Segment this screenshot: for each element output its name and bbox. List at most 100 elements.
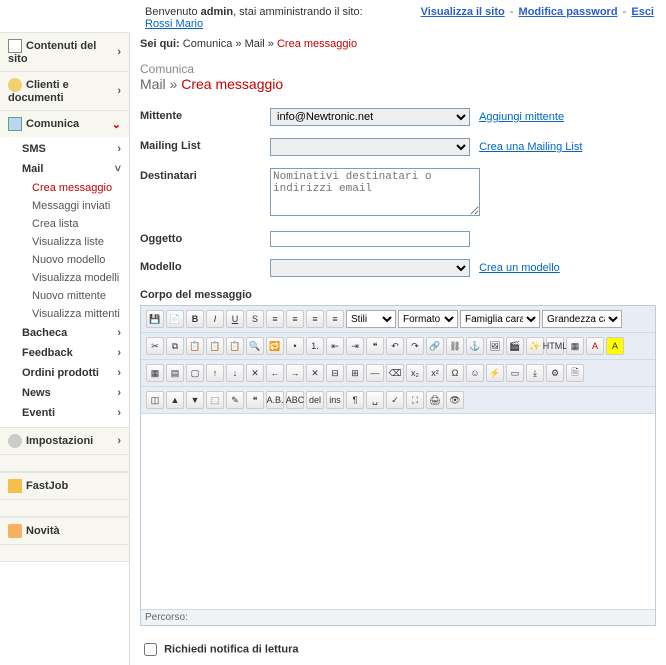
copy-icon[interactable]: ⧉ [166,337,184,355]
strike-icon[interactable]: S [246,310,264,328]
outdent-icon[interactable]: ⇤ [326,337,344,355]
site-name-link[interactable]: Rossi Mario [145,18,203,30]
format-select[interactable]: Formato [398,310,458,328]
cleanup-icon[interactable]: ✨ [526,337,544,355]
spell-icon[interactable]: ✓ [386,391,404,409]
notifica-checkbox[interactable] [144,643,157,656]
code-icon[interactable]: HTML [546,337,564,355]
emoji-icon[interactable]: ☺ [466,364,484,382]
bgcolor-icon[interactable]: A [606,337,624,355]
sidebar-sub-visualizza-liste[interactable]: Visualizza liste [0,233,129,251]
del-icon[interactable]: del [306,391,324,409]
print-icon[interactable]: 🖨 [426,391,444,409]
preview-icon[interactable]: 👁 [446,391,464,409]
row-after-icon[interactable]: ↓ [226,364,244,382]
view-site-link[interactable]: Visualizza il sito [421,6,505,18]
layer-forward-icon[interactable]: ▲ [166,391,184,409]
attr-icon[interactable]: ⚙ [546,364,564,382]
row-props-icon[interactable]: ▤ [166,364,184,382]
align-justify-icon[interactable]: ≡ [326,310,344,328]
sup-icon[interactable]: x² [426,364,444,382]
cite-icon[interactable]: ❝ [246,391,264,409]
ul-icon[interactable]: • [286,337,304,355]
sidebar-sub-nuovo-mittente[interactable]: Nuovo mittente [0,287,129,305]
media-icon[interactable]: 🎬 [506,337,524,355]
sidebar-sub-mail[interactable]: Mail˅ [0,159,129,179]
remove-format-icon[interactable]: ⌫ [386,364,404,382]
nbsp-icon[interactable]: ␣ [366,391,384,409]
paste-icon[interactable]: 📋 [186,337,204,355]
sidebar-sub-nuovo-modello[interactable]: Nuovo modello [0,251,129,269]
ins-icon[interactable]: ins [326,391,344,409]
sidebar-item-comunica[interactable]: Comunica ⌄ [0,110,129,137]
merge-icon[interactable]: ⊞ [346,364,364,382]
replace-icon[interactable]: 🔁 [266,337,284,355]
logout-link[interactable]: Esci [631,6,654,18]
save-icon[interactable]: 💾 [146,310,164,328]
editor-body[interactable] [141,414,655,609]
sidebar-sub-feedback[interactable]: Feedback› [0,343,129,363]
modello-select[interactable] [270,259,470,277]
style-props-icon[interactable]: ✎ [226,391,244,409]
link-icon[interactable]: 🔗 [426,337,444,355]
sidebar-sub-messaggi-inviati[interactable]: Messaggi inviati [0,197,129,215]
sidebar-sub-crea-messaggio[interactable]: Crea messaggio [0,179,129,197]
oggetto-input[interactable] [270,231,470,247]
iframe-icon[interactable]: ▭ [506,364,524,382]
table-icon[interactable]: ▦ [566,337,584,355]
align-left-icon[interactable]: ≡ [266,310,284,328]
sidebar-item-novita[interactable]: Novità [0,517,129,544]
layer-abs-icon[interactable]: ⬚ [206,391,224,409]
template-icon[interactable]: 🗎 [566,364,584,382]
destinatari-textarea[interactable] [270,168,480,216]
visualchars-icon[interactable]: ¶ [346,391,364,409]
split-icon[interactable]: ⊟ [326,364,344,382]
row-before-icon[interactable]: ↑ [206,364,224,382]
fullscreen-icon[interactable]: ⛶ [406,391,424,409]
layer-insert-icon[interactable]: ◫ [146,391,164,409]
sidebar-item-contents[interactable]: Contenuti del sito › [0,32,129,71]
mailing-list-select[interactable] [270,138,470,156]
col-delete-icon[interactable]: ✕ [306,364,324,382]
pagebreak-icon[interactable]: ⤓ [526,364,544,382]
layer-back-icon[interactable]: ▼ [186,391,204,409]
undo-icon[interactable]: ↶ [386,337,404,355]
crea-mailing-list-link[interactable]: Crea una Mailing List [479,141,582,153]
color-icon[interactable]: A [586,337,604,355]
flash-icon[interactable]: ⚡ [486,364,504,382]
crea-modello-link[interactable]: Crea un modello [479,262,560,274]
row-delete-icon[interactable]: ✕ [246,364,264,382]
change-password-link[interactable]: Modifica password [519,6,618,18]
bold-icon[interactable]: B [186,310,204,328]
mittente-select[interactable]: info@Newtronic.net [270,108,470,126]
align-right-icon[interactable]: ≡ [306,310,324,328]
image-icon[interactable]: 🖼 [486,337,504,355]
table-insert-icon[interactable]: ▦ [146,364,164,382]
sidebar-item-settings[interactable]: Impostazioni › [0,427,129,454]
newdoc-icon[interactable]: 📄 [166,310,184,328]
sidebar-sub-ordini[interactable]: Ordini prodotti› [0,363,129,383]
ol-icon[interactable]: 1. [306,337,324,355]
sidebar-sub-sms[interactable]: SMS› [0,139,129,159]
unlink-icon[interactable]: ⛓ [446,337,464,355]
col-before-icon[interactable]: ← [266,364,284,382]
sidebar-sub-visualizza-modelli[interactable]: Visualizza modelli [0,269,129,287]
paste-text-icon[interactable]: 📋 [206,337,224,355]
hr-icon[interactable]: — [366,364,384,382]
sidebar-sub-visualizza-mittenti[interactable]: Visualizza mittenti [0,305,129,323]
styles-select[interactable]: Stili [346,310,396,328]
redo-icon[interactable]: ↷ [406,337,424,355]
sidebar-item-clients[interactable]: Clienti e documenti › [0,71,129,110]
cell-props-icon[interactable]: ▢ [186,364,204,382]
sidebar-item-fastjob[interactable]: FastJob [0,472,129,499]
indent-icon[interactable]: ⇥ [346,337,364,355]
font-select[interactable]: Famiglia caratt [460,310,540,328]
cut-icon[interactable]: ✂ [146,337,164,355]
paste-word-icon[interactable]: 📋 [226,337,244,355]
aggiungi-mittente-link[interactable]: Aggiungi mittente [479,111,564,123]
sidebar-sub-crea-lista[interactable]: Crea lista [0,215,129,233]
char-icon[interactable]: Ω [446,364,464,382]
quote-icon[interactable]: ❝ [366,337,384,355]
col-after-icon[interactable]: → [286,364,304,382]
sub-icon[interactable]: x₂ [406,364,424,382]
